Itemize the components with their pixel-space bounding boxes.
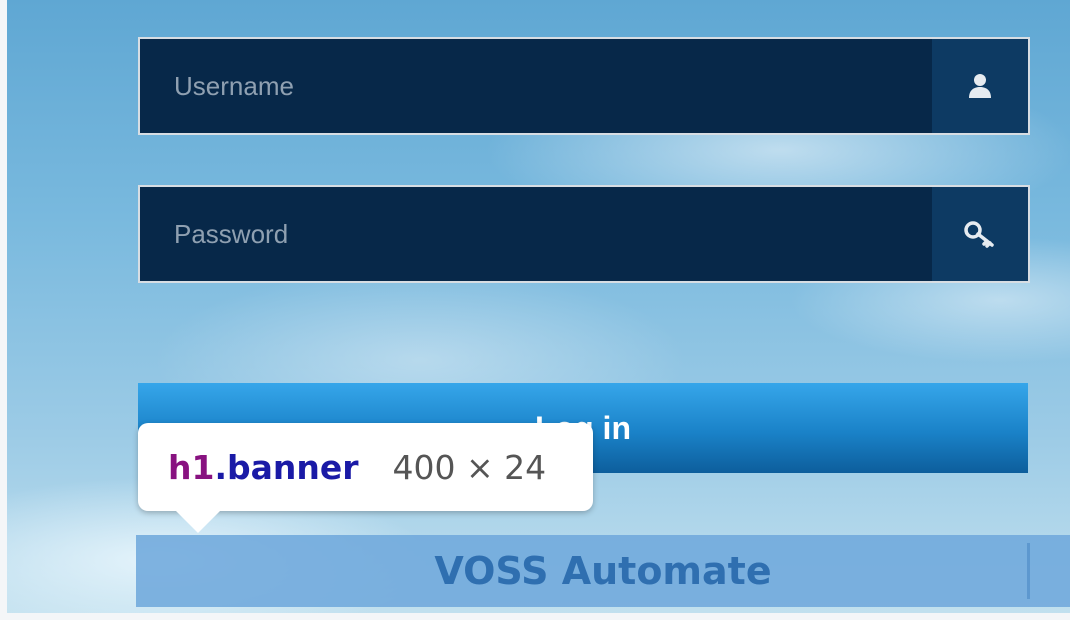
page-edge-bottom (0, 613, 1070, 620)
tooltip-dimensions: 400 × 24 (392, 447, 547, 487)
password-field-group (138, 185, 1030, 283)
banner-title: VOSS Automate (434, 549, 772, 593)
tooltip-class-name: .banner (214, 447, 359, 487)
key-icon (964, 221, 994, 248)
username-input[interactable] (140, 39, 932, 133)
page-edge-left (0, 0, 7, 620)
user-icon (969, 74, 991, 98)
password-input[interactable] (140, 187, 932, 281)
username-addon (932, 39, 1028, 133)
password-addon (932, 187, 1028, 281)
tooltip-tag-name: h1 (168, 447, 215, 487)
devtools-inspector-tooltip: h1 .banner 400 × 24 (138, 423, 593, 511)
username-field-group (138, 37, 1030, 135)
tooltip-arrow (174, 509, 222, 533)
